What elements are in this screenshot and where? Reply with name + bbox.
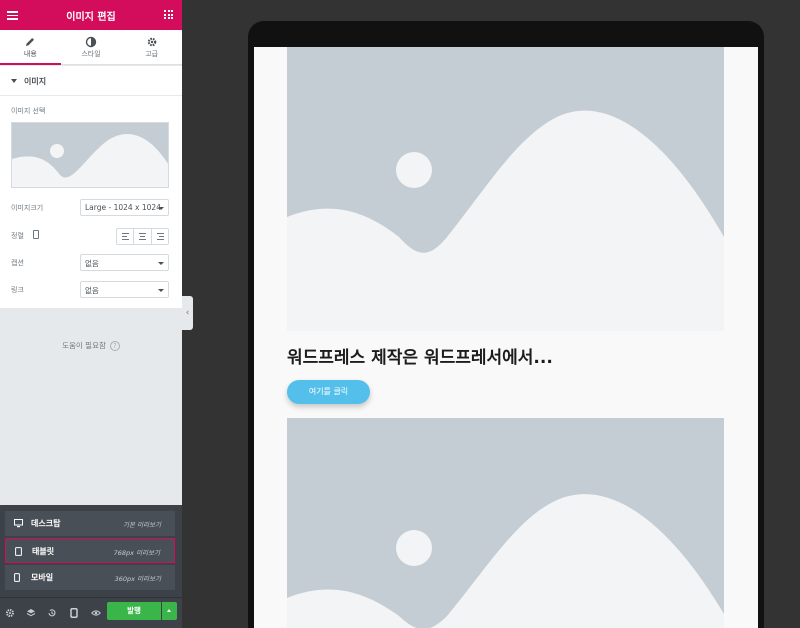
caption-select[interactable]: 없음 [80, 254, 169, 271]
tab-label: 내용 [23, 50, 37, 58]
device-name: 데스크탑 [31, 519, 61, 528]
panel-title: 이미지 편집 [66, 12, 116, 23]
tab-content[interactable]: 내용 [0, 30, 61, 65]
preview-canvas: 워드프레스 제작은 워드프레서에서... 여기를 클릭 [254, 47, 758, 628]
device-option-mobile[interactable]: 모바일 360px 미리보기 [5, 565, 175, 590]
device-description: 기본 미리보기 [123, 521, 161, 529]
history-icon[interactable] [47, 608, 57, 618]
image-widget[interactable] [287, 47, 724, 331]
chevron-down-icon [158, 262, 164, 265]
eye-icon[interactable] [91, 608, 101, 618]
tab-label: 고급 [145, 50, 159, 58]
alignment-label: 정렬 [11, 232, 24, 240]
question-icon: ? [109, 341, 120, 351]
section-title: 이미지 [24, 77, 47, 86]
panel-header: 이미지 편집 [0, 0, 182, 30]
panel-tabs: 내용 스타일 고급 [0, 30, 182, 65]
device-mode-menu: 데스크탑 기본 미리보기 태블릿 768px 미리보기 모바일 360px 미리… [0, 505, 182, 597]
tab-label: 스타일 [81, 50, 101, 58]
align-center-button[interactable] [134, 229, 152, 244]
panel-collapse-toggle[interactable]: ‹ [182, 296, 193, 330]
align-right-button[interactable] [152, 229, 168, 244]
image-placeholder-icon [287, 110, 724, 331]
desktop-icon [14, 519, 23, 528]
device-option-desktop[interactable]: 데스크탑 기본 미리보기 [5, 511, 175, 536]
cta-button[interactable]: 여기를 클릭 [287, 380, 370, 404]
image-size-select[interactable]: Large - 1024 x 1024 [80, 199, 169, 216]
device-description: 360px 미리보기 [114, 575, 161, 583]
caption-label: 캡션 [11, 259, 24, 267]
publish-options-button[interactable] [162, 602, 177, 620]
image-select-label: 이미지 선택 [11, 107, 46, 115]
tab-advanced[interactable]: 고급 [121, 30, 182, 64]
image-widget[interactable] [287, 418, 724, 628]
link-select[interactable]: 없음 [80, 281, 169, 298]
publish-button[interactable]: 발행 [107, 602, 161, 620]
device-option-tablet[interactable]: 태블릿 768px 미리보기 [5, 538, 175, 563]
chevron-down-icon [158, 289, 164, 292]
editor-panel: 이미지 편집 내용 스타일 고급 이미지 이미지 선택 이미지크기 Large … [0, 0, 182, 628]
half-circle-icon [85, 36, 97, 48]
image-controls: 이미지 선택 이미지크기 Large - 1024 x 1024 정렬 캡션 없… [0, 96, 182, 308]
help-text: 도움이 필요함 [62, 341, 106, 350]
caret-down-icon [11, 79, 17, 83]
image-size-label: 이미지크기 [11, 204, 44, 212]
image-size-value: Large - 1024 x 1024 [85, 203, 161, 212]
layers-icon[interactable] [26, 608, 36, 618]
device-name: 모바일 [31, 573, 54, 582]
image-placeholder-icon [12, 134, 168, 187]
link-value: 없음 [85, 286, 99, 295]
responsive-device-icon[interactable] [33, 230, 39, 239]
device-description: 768px 미리보기 [113, 549, 160, 557]
mobile-icon [14, 573, 20, 582]
image-placeholder-icon [287, 494, 724, 628]
tab-style[interactable]: 스타일 [61, 30, 122, 64]
alignment-button-group [116, 228, 169, 245]
device-name: 태블릿 [32, 547, 55, 556]
widgets-grid-icon[interactable] [164, 10, 173, 19]
responsive-mode-icon[interactable] [69, 608, 79, 618]
tablet-icon [15, 547, 22, 556]
pencil-icon [26, 38, 35, 46]
help-link[interactable]: 도움이 필요함? [0, 340, 182, 351]
link-label: 링크 [11, 286, 24, 294]
chevron-down-icon [158, 207, 164, 210]
caption-value: 없음 [85, 259, 99, 268]
panel-footer: 발행 [0, 597, 182, 628]
align-left-button[interactable] [117, 229, 135, 244]
section-toggle-image[interactable]: 이미지 [0, 66, 182, 96]
heading-widget[interactable]: 워드프레스 제작은 워드프레서에서... [287, 343, 553, 368]
gear-icon [147, 37, 156, 47]
settings-icon[interactable] [5, 608, 15, 618]
image-chooser[interactable] [11, 122, 169, 188]
